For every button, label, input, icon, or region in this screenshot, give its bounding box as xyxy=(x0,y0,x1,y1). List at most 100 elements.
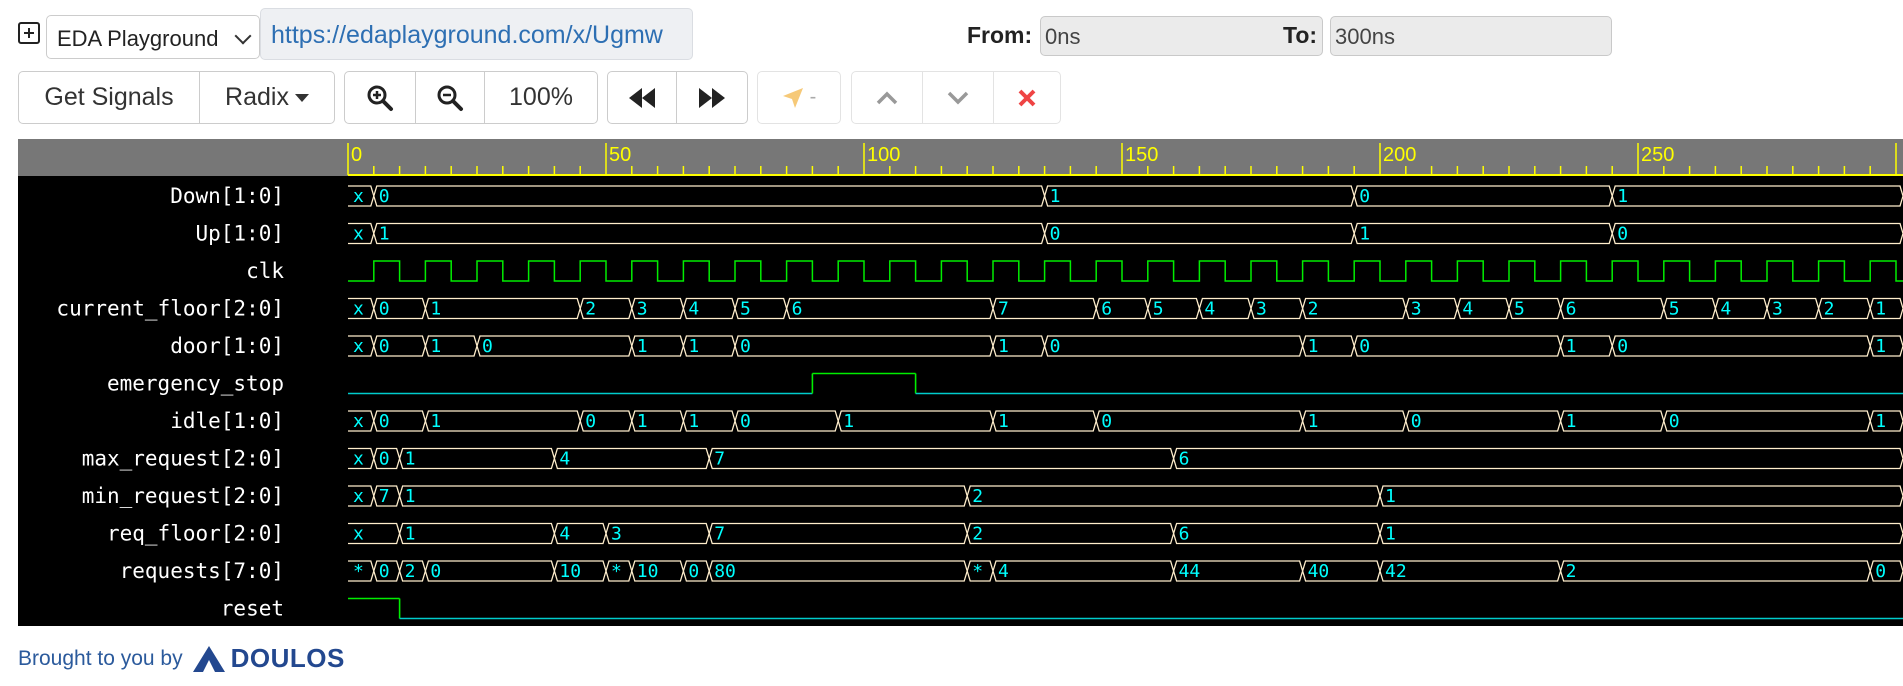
jump-backward-button[interactable] xyxy=(607,71,677,124)
radix-button[interactable]: Radix xyxy=(199,71,335,124)
bus-value: 4 xyxy=(688,299,699,320)
signal-name[interactable]: max_request[2:0] xyxy=(82,447,284,471)
bus-value: 1 xyxy=(1875,411,1886,432)
marker-value: - xyxy=(809,86,817,108)
bus-value: 4 xyxy=(1720,299,1731,320)
bus-value: 2 xyxy=(972,486,983,507)
signal-name[interactable]: reset xyxy=(221,597,284,621)
signal-name[interactable]: Up[1:0] xyxy=(195,222,284,246)
bus-value: 1 xyxy=(1308,411,1319,432)
signal-name[interactable]: req_floor[2:0] xyxy=(107,522,284,546)
signal-name[interactable]: emergency_stop xyxy=(107,372,284,396)
bus-value: 1 xyxy=(1875,336,1886,357)
signal-name[interactable]: idle[1:0] xyxy=(170,409,284,433)
bus-value: 42 xyxy=(1385,561,1407,582)
bus-value: 0 xyxy=(1101,411,1112,432)
bus-value: 1 xyxy=(1566,336,1577,357)
ruler-label: 0 xyxy=(351,144,362,166)
bus-value: 0 xyxy=(1617,224,1628,245)
from-input[interactable]: 0ns xyxy=(1040,16,1323,56)
doulos-brand: DOULOS xyxy=(230,643,345,673)
bus-value: 5 xyxy=(1514,299,1525,320)
ruler-label: 50 xyxy=(609,144,631,166)
chevron-up-icon xyxy=(876,91,898,104)
marker-button[interactable]: - xyxy=(757,71,841,124)
bus-value: 0 xyxy=(585,411,596,432)
doulos-logo[interactable]: DOULOS xyxy=(191,643,345,674)
bus-value: 2 xyxy=(405,561,416,582)
bus-value: 0 xyxy=(1050,224,1061,245)
bus-value: 1 xyxy=(688,336,699,357)
bus-value: x xyxy=(353,186,364,207)
zoom-level-label: 100% xyxy=(509,83,573,111)
bus-value: * xyxy=(353,561,364,582)
bus-value: 7 xyxy=(379,486,390,507)
bus-value: 4 xyxy=(1462,299,1473,320)
bus-value: 4 xyxy=(559,524,570,545)
bus-value: 3 xyxy=(1411,299,1422,320)
bus-value: 6 xyxy=(1101,299,1112,320)
bus-value: 1 xyxy=(379,224,390,245)
bus-value: 7 xyxy=(998,299,1009,320)
bus-value: 6 xyxy=(1566,299,1577,320)
bus-value: 5 xyxy=(1669,299,1680,320)
zoom-in-icon xyxy=(367,85,393,111)
bus-value: 0 xyxy=(1050,336,1061,357)
bus-value: x xyxy=(353,299,364,320)
ruler-label: 250 xyxy=(1641,144,1674,166)
bus-value: 0 xyxy=(1617,336,1628,357)
bus-value: 7 xyxy=(714,449,725,470)
get-signals-label: Get Signals xyxy=(44,83,174,111)
waveform-viewer[interactable]: 0 50 100 150 200 250 Down[1:0]Up[1:0]clkcurre… xyxy=(18,139,1903,626)
bus-value: 44 xyxy=(1179,561,1201,582)
bus-value: 5 xyxy=(740,299,751,320)
ruler-label: 150 xyxy=(1125,144,1158,166)
expand-toggle-icon[interactable] xyxy=(18,22,40,44)
bus-value: 0 xyxy=(379,186,390,207)
signal-name[interactable]: min_request[2:0] xyxy=(82,484,284,508)
bus-value: 0 xyxy=(430,561,441,582)
bus-value: 2 xyxy=(1566,561,1577,582)
bus-value: 4 xyxy=(998,561,1009,582)
ruler-label: 200 xyxy=(1383,144,1416,166)
zoom-level-button[interactable]: 100% xyxy=(484,71,598,124)
site-select-value: EDA Playground xyxy=(57,26,219,51)
signal-name[interactable]: clk xyxy=(246,259,284,283)
url-field[interactable]: https://edaplayground.com/x/Ugmw xyxy=(260,8,693,60)
bus-value: x xyxy=(353,411,364,432)
bus-value: 1 xyxy=(843,411,854,432)
signal-name[interactable]: door[1:0] xyxy=(170,334,284,358)
bus-value: x xyxy=(353,449,364,470)
doulos-logo-icon xyxy=(192,645,225,672)
zoom-in-button[interactable] xyxy=(344,71,416,124)
bus-value: 1 xyxy=(430,299,441,320)
bus-value: 1 xyxy=(688,411,699,432)
signal-name[interactable]: Down[1:0] xyxy=(170,184,284,208)
bus-value: 1 xyxy=(405,524,416,545)
bus-value: 10 xyxy=(637,561,659,582)
footer: Brought to you by DOULOS xyxy=(18,643,345,674)
site-select[interactable]: EDA Playground xyxy=(46,15,260,59)
move-up-button[interactable] xyxy=(851,71,923,124)
to-input[interactable]: 300ns xyxy=(1330,16,1612,56)
bus-value: 6 xyxy=(792,299,803,320)
signal-name[interactable]: current_floor[2:0] xyxy=(56,297,284,321)
jump-forward-button[interactable] xyxy=(676,71,748,124)
radix-label: Radix xyxy=(225,83,289,111)
bus-value: 0 xyxy=(688,561,699,582)
bus-value: 0 xyxy=(1359,336,1370,357)
move-down-button[interactable] xyxy=(922,71,994,124)
remove-signal-button[interactable] xyxy=(993,71,1061,124)
bus-value: x xyxy=(353,524,364,545)
bus-value: 3 xyxy=(1256,299,1267,320)
bus-value: 1 xyxy=(1359,224,1370,245)
zoom-out-button[interactable] xyxy=(415,71,485,124)
bus-value: 5 xyxy=(1153,299,1164,320)
bus-value: 0 xyxy=(379,336,390,357)
bus-value: 1 xyxy=(998,336,1009,357)
signal-name[interactable]: requests[7:0] xyxy=(120,559,284,583)
bus-value: 1 xyxy=(1875,299,1886,320)
bus-value: 10 xyxy=(559,561,581,582)
get-signals-button[interactable]: Get Signals xyxy=(18,71,200,124)
time-ruler[interactable] xyxy=(18,139,1903,176)
